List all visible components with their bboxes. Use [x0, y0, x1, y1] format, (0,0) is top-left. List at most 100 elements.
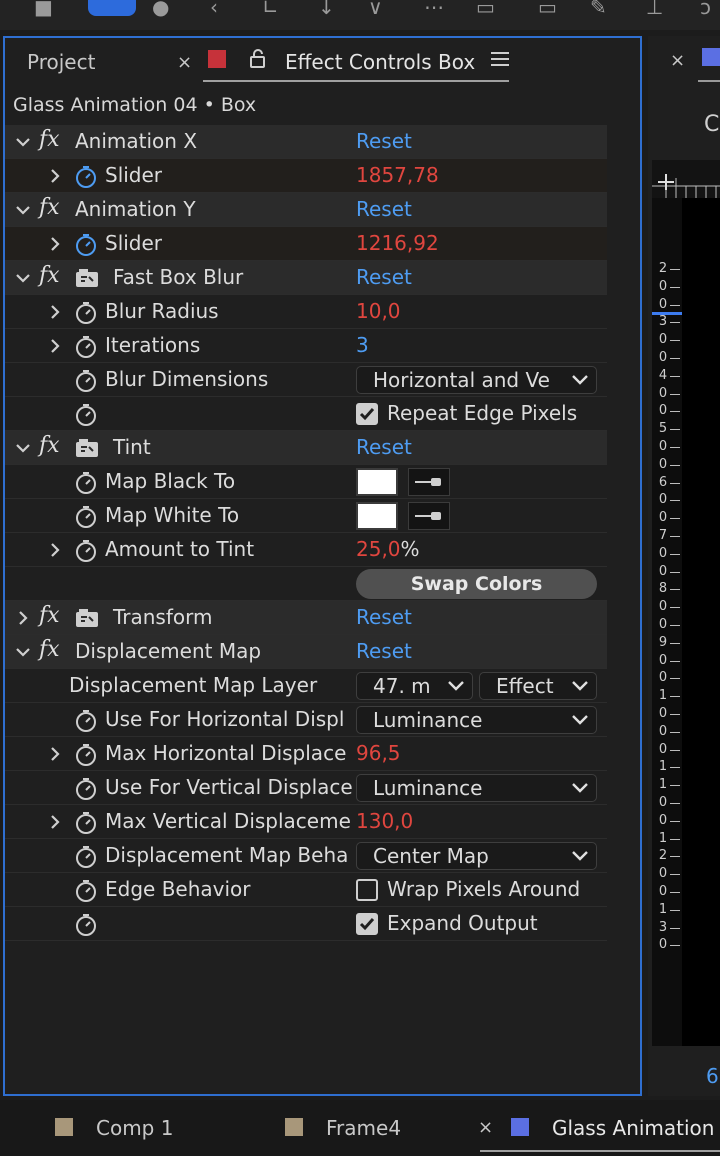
rotate-tool-icon[interactable]: ‹ [210, 0, 218, 17]
zoom-tool-icon[interactable]: ● [152, 0, 169, 17]
reset-link[interactable]: Reset [356, 129, 412, 153]
effect-tint[interactable]: fx Tint Reset [5, 431, 607, 465]
property-map-white-to[interactable]: Map White To [5, 499, 607, 533]
chevron-down-icon[interactable] [15, 134, 31, 150]
property-max-vertical[interactable]: Max Vertical Displaceme 130,0 [5, 805, 607, 839]
stopwatch-icon[interactable] [74, 539, 98, 563]
property-blur-dimensions[interactable]: Blur Dimensions Horizontal and Ve [5, 363, 607, 397]
stopwatch-icon[interactable] [74, 403, 98, 427]
lock-icon[interactable] [249, 49, 266, 69]
property-iterations[interactable]: Iterations 3 [5, 329, 607, 363]
stopwatch-icon[interactable] [74, 335, 98, 359]
selection-tool-button[interactable] [88, 0, 136, 16]
stopwatch-icon[interactable] [74, 811, 98, 835]
stopwatch-icon[interactable] [74, 743, 98, 767]
reset-link[interactable]: Reset [356, 265, 412, 289]
property-value[interactable]: 1857,78 [356, 163, 439, 187]
fx-icon[interactable]: fx [39, 263, 60, 288]
stopwatch-icon[interactable] [74, 369, 98, 393]
effect-transform[interactable]: fx Transform Reset [5, 601, 607, 635]
fx-icon[interactable]: fx [39, 637, 60, 662]
chevron-right-icon[interactable] [47, 168, 63, 184]
property-value[interactable]: 10,0 [356, 299, 401, 323]
vertical-channel-dropdown[interactable]: Luminance [356, 774, 597, 802]
property-repeat-edge-pixels[interactable]: Repeat Edge Pixels [5, 397, 607, 431]
stopwatch-icon[interactable] [74, 471, 98, 495]
reset-link[interactable]: Reset [356, 197, 412, 221]
chevron-down-icon[interactable] [15, 270, 31, 286]
pen-tool-icon[interactable]: ▭ [476, 0, 495, 17]
color-swatch[interactable] [356, 468, 398, 496]
vertical-ruler[interactable]: 2 0 0 3 0 0 4 0 0 5 0 0 6 0 0 7 0 0 8 0 0 9 0 0 1 0 0 0 1 1 0 0 1 2 0 0 1 3 0 [652, 198, 682, 1046]
fx-icon[interactable]: fx [39, 433, 60, 458]
property-use-for-horizontal[interactable]: Use For Horizontal Displ Luminance [5, 703, 607, 737]
text-tool-icon[interactable]: ▭ [538, 0, 557, 17]
property-blur-radius[interactable]: Blur Radius 10,0 [5, 295, 607, 329]
stopwatch-icon[interactable] [74, 777, 98, 801]
camera-tool-icon[interactable]: ∟ [262, 0, 279, 17]
wrap-pixels-checkbox[interactable] [356, 879, 378, 901]
effect-animation-x[interactable]: fx Animation X Reset [5, 125, 607, 159]
property-displacement-map-layer[interactable]: Displacement Map Layer 47. m Effect [5, 669, 607, 703]
chevron-right-icon[interactable] [47, 236, 63, 252]
reset-link[interactable]: Reset [356, 605, 412, 629]
tab-frame4[interactable]: Frame4 [326, 1116, 401, 1140]
hand-tool-icon[interactable]: ■ [34, 0, 53, 17]
map-behavior-dropdown[interactable]: Center Map [356, 842, 597, 870]
mask-tool-icon[interactable]: ∨ [368, 0, 383, 17]
property-value[interactable]: 1216,92 [356, 231, 439, 255]
property-map-black-to[interactable]: Map Black To [5, 465, 607, 499]
fx-icon[interactable]: fx [39, 195, 60, 220]
effect-displacement-map[interactable]: fx Displacement Map Reset [5, 635, 607, 669]
effect-fast-box-blur[interactable]: fx Fast Box Blur Reset [5, 261, 607, 295]
property-map-behavior[interactable]: Displacement Map Beha Center Map [5, 839, 607, 873]
panel-menu-icon[interactable] [491, 52, 509, 68]
tab-effect-controls[interactable]: Effect Controls Box [285, 50, 475, 74]
stopwatch-icon[interactable] [74, 913, 98, 937]
stopwatch-icon[interactable] [74, 845, 98, 869]
stopwatch-active-icon[interactable] [74, 233, 98, 257]
property-value[interactable]: 25,0% [356, 537, 420, 561]
brush-tool-icon[interactable]: ✎ [590, 0, 607, 17]
chevron-down-icon[interactable] [15, 644, 31, 660]
property-edge-behavior[interactable]: Edge Behavior Wrap Pixels Around [5, 873, 607, 907]
stopwatch-icon[interactable] [74, 709, 98, 733]
property-amount-to-tint[interactable]: Amount to Tint 25,0% [5, 533, 607, 567]
property-max-horizontal[interactable]: Max Horizontal Displace 96,5 [5, 737, 607, 771]
property-value[interactable]: 96,5 [356, 741, 401, 765]
property-expand-output[interactable]: Expand Output [5, 907, 607, 941]
stopwatch-active-icon[interactable] [74, 165, 98, 189]
viewer-tab-label[interactable]: C [704, 112, 719, 137]
color-swatch[interactable] [356, 502, 398, 530]
repeat-edge-pixels-checkbox[interactable] [356, 403, 378, 425]
close-icon[interactable]: × [478, 1117, 493, 1138]
comp-canvas[interactable]: 2 0 0 3 0 0 4 0 0 5 0 0 6 0 0 7 0 0 8 0 0 9 0 0 1 0 0 0 1 1 0 0 1 2 0 0 1 3 0 [652, 160, 720, 1046]
puppet-tool-icon[interactable]: ɔ [700, 0, 711, 17]
chevron-down-icon[interactable] [15, 440, 31, 456]
reset-link[interactable]: Reset [356, 435, 412, 459]
map-layer-dropdown[interactable]: 47. m [356, 672, 473, 700]
chevron-right-icon[interactable] [47, 814, 63, 830]
chevron-right-icon[interactable] [47, 304, 63, 320]
close-icon[interactable]: × [670, 50, 685, 71]
property-slider-y[interactable]: Slider 1216,92 [5, 227, 607, 261]
tab-glass-animation[interactable]: Glass Animation 0 [552, 1116, 720, 1140]
effect-animation-y[interactable]: fx Animation Y Reset [5, 193, 607, 227]
chevron-right-icon[interactable] [47, 746, 63, 762]
eyedropper-button[interactable] [408, 502, 450, 530]
pan-behind-tool-icon[interactable]: ↓ [318, 0, 335, 17]
map-source-dropdown[interactable]: Effect [479, 672, 597, 700]
tab-project[interactable]: Project [27, 50, 95, 74]
blur-dimensions-dropdown[interactable]: Horizontal and Ve [356, 366, 597, 394]
property-value[interactable]: 3 [356, 333, 369, 357]
swap-colors-button[interactable]: Swap Colors [356, 569, 597, 599]
chevron-right-icon[interactable] [47, 542, 63, 558]
chevron-right-icon[interactable] [15, 610, 31, 626]
stopwatch-icon[interactable] [74, 879, 98, 903]
shape-tool-icon[interactable]: ⋯ [424, 0, 444, 17]
stopwatch-icon[interactable] [74, 301, 98, 325]
horizontal-channel-dropdown[interactable]: Luminance [356, 706, 597, 734]
property-slider-x[interactable]: Slider 1857,78 [5, 159, 607, 193]
stamp-tool-icon[interactable]: ⊥ [646, 0, 663, 17]
eyedropper-button[interactable] [408, 468, 450, 496]
